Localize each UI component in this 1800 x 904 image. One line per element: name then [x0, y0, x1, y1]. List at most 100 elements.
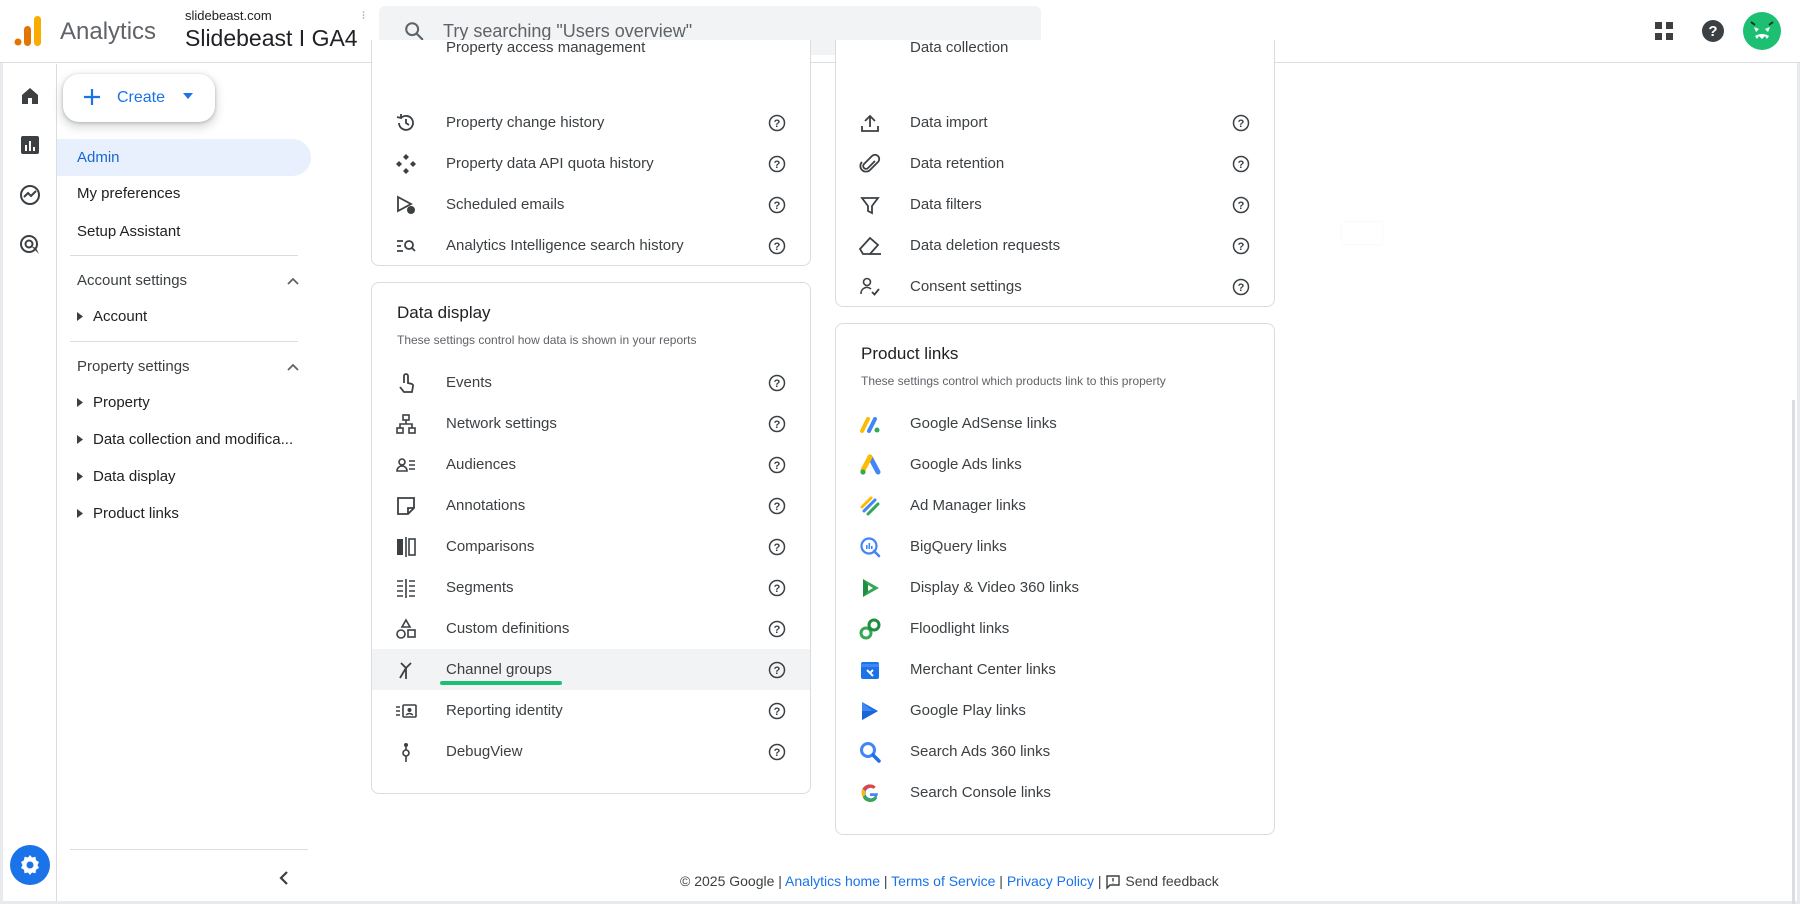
help-outline-icon[interactable]: ?	[1232, 196, 1250, 214]
property-settings-header[interactable]: Property settings	[77, 358, 299, 375]
help-outline-icon[interactable]: ?	[1232, 237, 1250, 255]
consent-icon	[858, 275, 882, 299]
footer-copyright: © 2025 Google |	[680, 873, 782, 889]
collapse-nav-button[interactable]	[272, 866, 296, 890]
settings-row[interactable]: Merchant Center links	[836, 649, 1274, 690]
property-card: Property access management Property chan…	[371, 40, 811, 266]
account-picker[interactable]: slidebeast.com Slidebeast I GA4	[185, 8, 358, 52]
identity-icon	[394, 699, 418, 723]
avatar[interactable]	[1743, 12, 1781, 50]
settings-row[interactable]: Ad Manager links	[836, 485, 1274, 526]
apps-button[interactable]	[1647, 14, 1681, 48]
help-outline-icon[interactable]: ?	[1232, 155, 1250, 173]
row-label: Data collection	[910, 40, 1009, 56]
account-settings-header[interactable]: Account settings	[77, 272, 299, 289]
settings-row[interactable]: Segments ?	[372, 567, 810, 608]
nav-bottom-divider	[70, 849, 308, 850]
card-title: Product links	[861, 344, 959, 363]
settings-row[interactable]: Data import ?	[836, 102, 1274, 143]
nav-admin[interactable]: Admin	[57, 139, 311, 176]
help-outline-icon[interactable]: ?	[768, 743, 786, 761]
help-outline-icon[interactable]: ?	[768, 155, 786, 173]
footer-privacy-link[interactable]: Privacy Policy	[1007, 873, 1094, 889]
settings-row[interactable]: Scheduled emails ?	[372, 184, 810, 225]
help-button[interactable]: ?	[1696, 14, 1730, 48]
analytics-logo-icon[interactable]	[14, 16, 42, 46]
nav-property[interactable]: Property	[67, 394, 307, 411]
settings-row[interactable]: Events ?	[372, 362, 810, 403]
settings-row[interactable]: Google Play links	[836, 690, 1274, 731]
account-dropdown-icon[interactable]	[362, 10, 365, 20]
settings-row[interactable]: Consent settings ?	[836, 266, 1274, 306]
help-outline-icon[interactable]: ?	[768, 114, 786, 132]
create-button[interactable]: Create	[63, 74, 215, 122]
row-label: Custom definitions	[446, 620, 570, 637]
settings-row[interactable]: Data filters ?	[836, 184, 1274, 225]
settings-row[interactable]: Search Console links	[836, 772, 1274, 813]
help-outline-icon[interactable]: ?	[768, 456, 786, 474]
settings-row[interactable]: Data retention ?	[836, 143, 1274, 184]
card-title: Data display	[397, 303, 491, 322]
help-outline-icon[interactable]: ?	[768, 538, 786, 556]
settings-row[interactable]: Property change history ?	[372, 102, 810, 143]
settings-row-highlighted[interactable]: Channel groups ?	[372, 649, 810, 690]
settings-row[interactable]: Reporting identity ?	[372, 690, 810, 731]
scrollbar[interactable]	[1792, 400, 1795, 904]
caret-down-icon[interactable]	[182, 92, 194, 100]
nav-setup-assistant[interactable]: Setup Assistant	[57, 213, 311, 250]
help-outline-icon[interactable]: ?	[768, 237, 786, 255]
settings-row[interactable]: Google Ads links	[836, 444, 1274, 485]
row-label: Analytics Intelligence search history	[446, 237, 684, 254]
settings-row[interactable]: Data deletion requests ?	[836, 225, 1274, 266]
settings-row[interactable]: Annotations ?	[372, 485, 810, 526]
help-outline-icon[interactable]: ?	[768, 497, 786, 515]
settings-row[interactable]: Property data API quota history ?	[372, 143, 810, 184]
settings-row[interactable]: Search Ads 360 links	[836, 731, 1274, 772]
nav-account[interactable]: Account	[67, 308, 307, 325]
rail-explore-button[interactable]	[16, 181, 44, 209]
shapes-icon	[394, 617, 418, 641]
nav-my-preferences[interactable]: My preferences	[57, 175, 311, 212]
row-label: Consent settings	[910, 278, 1022, 295]
settings-row[interactable]: Analytics Intelligence search history ?	[372, 225, 810, 265]
settings-row[interactable]: Custom definitions ?	[372, 608, 810, 649]
settings-row[interactable]: BigQuery links	[836, 526, 1274, 567]
settings-row[interactable]: Display & Video 360 links	[836, 567, 1274, 608]
nav-divider	[70, 255, 298, 256]
audiences-icon	[394, 453, 418, 477]
nav-data-display-label: Data display	[93, 468, 176, 485]
help-outline-icon[interactable]: ?	[768, 702, 786, 720]
settings-row[interactable]: Property access management	[372, 40, 810, 64]
svg-text:?: ?	[774, 378, 781, 390]
rail-advertising-button[interactable]	[16, 231, 44, 259]
rail-admin-button[interactable]	[10, 845, 50, 885]
rail-reports-button[interactable]	[16, 131, 44, 159]
help-outline-icon[interactable]: ?	[768, 415, 786, 433]
app-name[interactable]: Analytics	[60, 18, 156, 46]
footer-analytics-home-link[interactable]: Analytics home	[785, 873, 880, 889]
nav-data-collection[interactable]: Data collection and modifica...	[67, 431, 307, 448]
help-outline-icon[interactable]: ?	[1232, 114, 1250, 132]
settings-row[interactable]: Google AdSense links	[836, 403, 1274, 444]
settings-row[interactable]: DebugView ?	[372, 731, 810, 772]
help-outline-icon[interactable]: ?	[768, 661, 786, 679]
nav-product-links[interactable]: Product links	[67, 505, 307, 522]
scheduled-email-icon	[394, 193, 418, 217]
row-label: Events	[446, 374, 492, 391]
nav-data-display[interactable]: Data display	[67, 468, 307, 485]
send-feedback-button[interactable]: Send feedback	[1105, 873, 1219, 890]
help-outline-icon[interactable]: ?	[768, 196, 786, 214]
settings-row[interactable]: Data collection	[836, 40, 1274, 64]
adsense-icon	[858, 412, 882, 436]
footer-terms-link[interactable]: Terms of Service	[891, 873, 995, 889]
help-outline-icon[interactable]: ?	[768, 579, 786, 597]
chevron-up-icon	[287, 363, 299, 371]
settings-row[interactable]: Floodlight links	[836, 608, 1274, 649]
settings-row[interactable]: Network settings ?	[372, 403, 810, 444]
rail-home-button[interactable]	[16, 82, 44, 110]
help-outline-icon[interactable]: ?	[768, 620, 786, 638]
settings-row[interactable]: Comparisons ?	[372, 526, 810, 567]
settings-row[interactable]: Audiences ?	[372, 444, 810, 485]
help-outline-icon[interactable]: ?	[1232, 278, 1250, 296]
help-outline-icon[interactable]: ?	[768, 374, 786, 392]
